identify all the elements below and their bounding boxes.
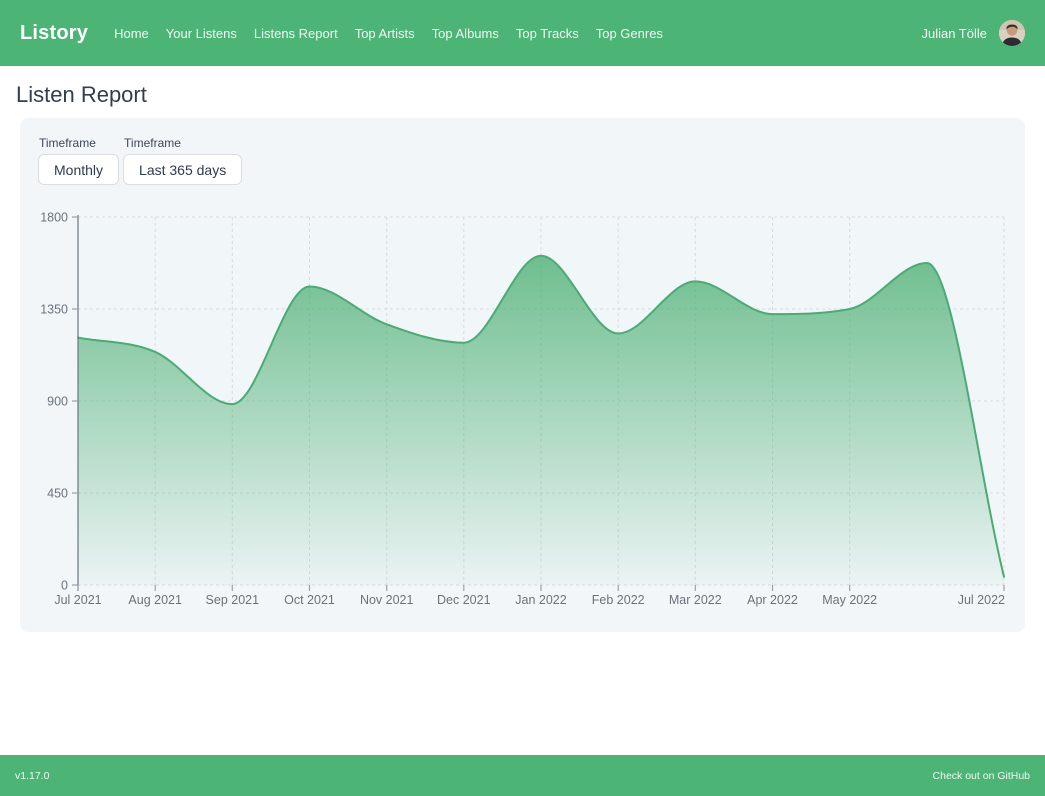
y-axis-label: 900 bbox=[47, 395, 68, 409]
timeframe-range-control: Timeframe Last 365 days bbox=[123, 136, 242, 185]
timeframe-mode-control: Timeframe Monthly bbox=[38, 136, 119, 185]
x-axis-label: Nov 2021 bbox=[360, 593, 414, 607]
y-axis-label: 450 bbox=[47, 487, 68, 501]
nav-links: Home Your Listens Listens Report Top Art… bbox=[114, 26, 663, 41]
github-link[interactable]: Check out on GitHub bbox=[933, 770, 1030, 782]
nav-item-your-listens[interactable]: Your Listens bbox=[166, 26, 237, 41]
x-axis-label: Oct 2021 bbox=[284, 593, 335, 607]
app-version: v1.17.0 bbox=[15, 770, 49, 782]
nav-item-top-tracks[interactable]: Top Tracks bbox=[516, 26, 579, 41]
main-content: Listen Report Timeframe Monthly Timefram… bbox=[0, 66, 1045, 755]
x-axis-label: May 2022 bbox=[822, 593, 877, 607]
x-axis-label: Sep 2021 bbox=[206, 593, 260, 607]
top-navbar: Listory Home Your Listens Listens Report… bbox=[0, 0, 1045, 66]
x-axis-label: Feb 2022 bbox=[592, 593, 645, 607]
timeframe-range-label: Timeframe bbox=[124, 136, 242, 150]
nav-item-top-albums[interactable]: Top Albums bbox=[432, 26, 499, 41]
y-axis-label: 0 bbox=[61, 579, 68, 593]
nav-item-top-genres[interactable]: Top Genres bbox=[596, 26, 663, 41]
x-axis-label: Jan 2022 bbox=[515, 593, 566, 607]
nav-item-home[interactable]: Home bbox=[114, 26, 149, 41]
footer: v1.17.0 Check out on GitHub bbox=[0, 755, 1045, 796]
report-card: Timeframe Monthly Timeframe Last 365 day… bbox=[20, 118, 1025, 632]
nav-item-listens-report[interactable]: Listens Report bbox=[254, 26, 338, 41]
x-axis-label: Dec 2021 bbox=[437, 593, 491, 607]
user-menu[interactable]: Julian Tölle bbox=[921, 20, 1025, 46]
y-axis-label: 1800 bbox=[40, 211, 68, 225]
x-axis-label: Aug 2021 bbox=[128, 593, 182, 607]
x-axis-label: Mar 2022 bbox=[669, 593, 722, 607]
x-axis-label: Jul 2021 bbox=[54, 593, 101, 607]
x-axis-label: Jul 2022 bbox=[958, 593, 1005, 607]
brand-logo[interactable]: Listory bbox=[20, 22, 88, 45]
timeframe-mode-select[interactable]: Monthly bbox=[38, 154, 119, 185]
user-name: Julian Tölle bbox=[921, 26, 987, 41]
user-avatar-photo bbox=[999, 20, 1025, 46]
chart-area[interactable]: 0 450 900 1350 1800 Jul 2021 Aug 2021 Sep 2021 O… bbox=[38, 209, 1007, 614]
user-avatar[interactable] bbox=[999, 20, 1025, 46]
listens-area-chart[interactable]: 0 450 900 1350 1800 Jul 2021 Aug 2021 Sep 2021 O… bbox=[38, 209, 1007, 614]
page-title: Listen Report bbox=[16, 82, 1030, 108]
timeframe-controls: Timeframe Monthly Timeframe Last 365 day… bbox=[38, 136, 1007, 185]
x-axis-label: Apr 2022 bbox=[747, 593, 798, 607]
y-axis-label: 1350 bbox=[40, 303, 68, 317]
nav-item-top-artists[interactable]: Top Artists bbox=[355, 26, 415, 41]
timeframe-mode-label: Timeframe bbox=[39, 136, 119, 150]
timeframe-range-select[interactable]: Last 365 days bbox=[123, 154, 242, 185]
